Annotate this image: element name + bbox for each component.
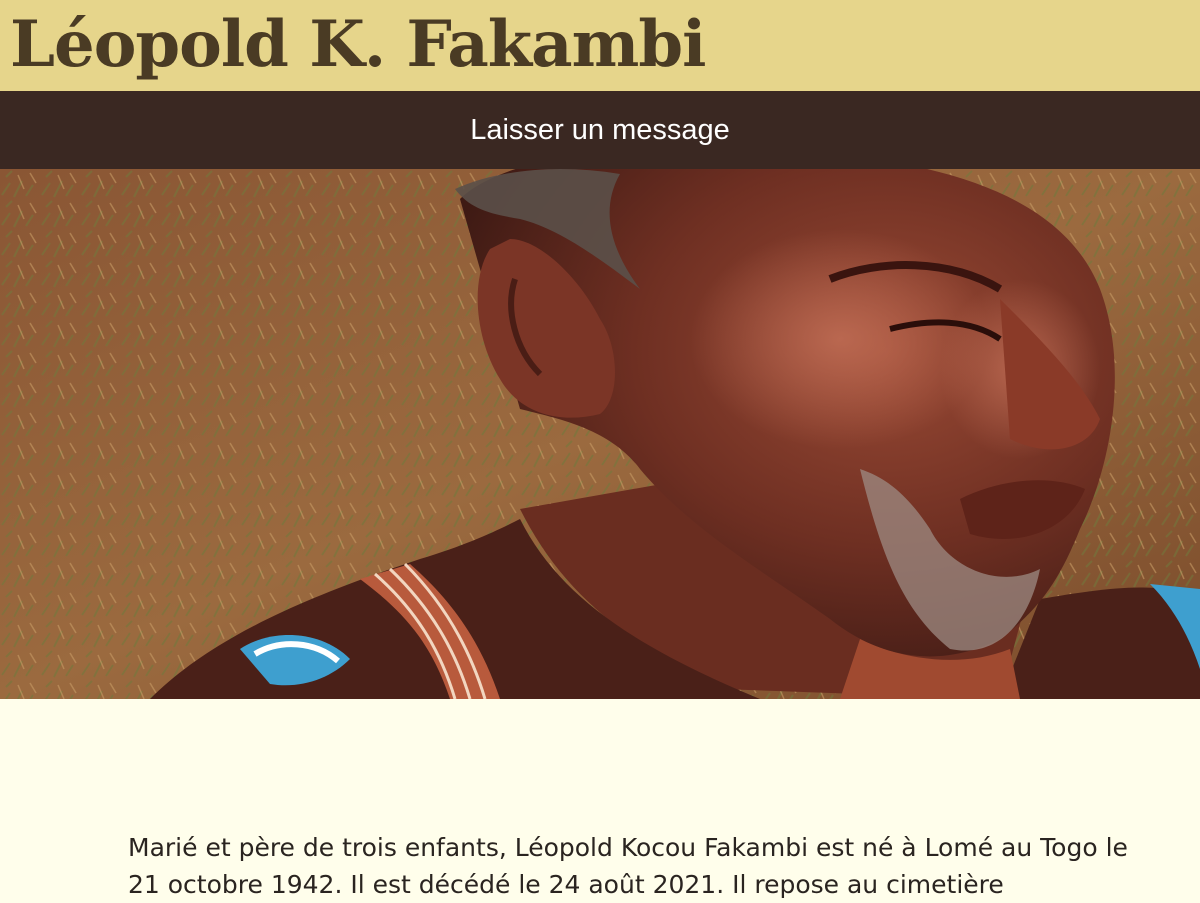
hero-photo [0,169,1200,699]
biography-text: Marié et père de trois enfants, Léopold … [128,833,1128,899]
main-content: Marié et père de trois enfants, Léopold … [0,699,1200,900]
nav-bar: Laisser un message [0,91,1200,169]
portrait-photo [0,169,1200,699]
site-header: Léopold K. Fakambi [0,0,1200,91]
site-title: Léopold K. Fakambi [10,7,706,82]
leave-message-link[interactable]: Laisser un message [470,114,730,147]
